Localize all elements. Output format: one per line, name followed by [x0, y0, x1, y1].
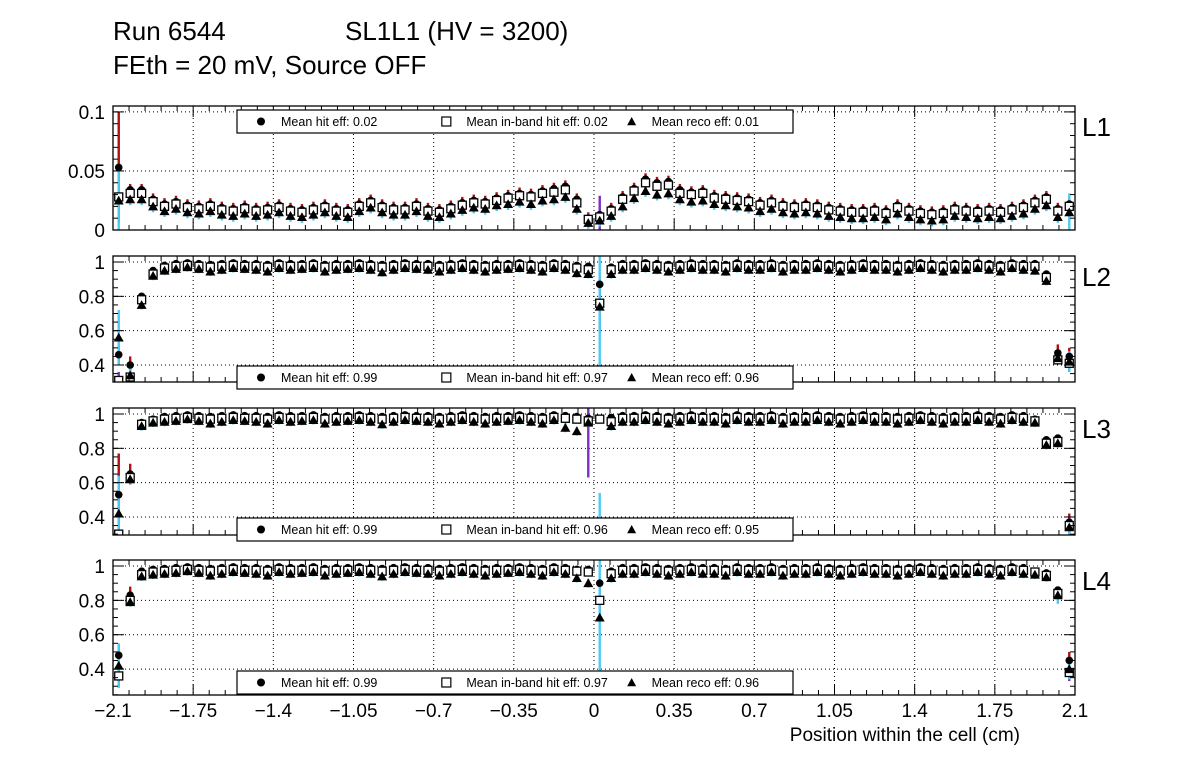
x-tick-label: 0.35: [656, 701, 693, 722]
legend-entry-hit: Mean hit eff: 0.99: [281, 676, 377, 690]
config-title: SL1L1 (HV = 3200): [345, 16, 568, 47]
legend-entry-hit: Mean hit eff: 0.02: [281, 115, 377, 129]
panel-L1: 0 0.05 0.1 L1 Mean hit eff: 0.02 Mean in-band…: [68, 103, 1111, 242]
legend-entry-hit: Mean hit eff: 0.99: [281, 371, 377, 385]
y-tick-label: 0.6: [79, 474, 105, 495]
y-tick-label: 1: [94, 405, 105, 426]
legend-entry-inband: Mean in-band hit eff: 0.96: [466, 523, 608, 537]
legend-entry-reco: Mean reco eff: 0.96: [652, 676, 760, 690]
series-inband-errors: [119, 364, 1070, 542]
plot-frame: [113, 256, 1075, 382]
axis-ticks: [113, 408, 1075, 535]
y-tick-label: 0.4: [79, 508, 106, 529]
legend-L4: Mean hit eff: 0.99 Mean in-band hit eff: …: [237, 671, 793, 694]
panel-L2: 0.4 0.6 0.8 1 L2 Mean hit eff: 0.99 Mean in-ba…: [79, 241, 1111, 389]
root-canvas: Run 6544 SL1L1 (HV = 3200) FEth = 20 mV,…: [0, 0, 1196, 772]
panel-label-L3: L3: [1082, 414, 1111, 444]
plot-frame: [113, 408, 1075, 535]
x-axis: −2.1 −1.75 −1.4 −1.05 −0.7 −0.35 0 0.35 0.7 1.05 1…: [94, 701, 1088, 746]
series-reco-errors: [119, 415, 1070, 576]
y-tick-label: 1: [94, 253, 105, 274]
legend-entry-reco: Mean reco eff: 0.01: [652, 115, 760, 129]
x-tick-label: 1.05: [816, 701, 853, 722]
grid: [113, 408, 1075, 535]
y-tick-label: 0: [94, 221, 105, 242]
legend-L1: Mean hit eff: 0.02 Mean in-band hit eff: …: [237, 110, 793, 133]
y-tick-label: 0.6: [79, 626, 105, 647]
legend-entry-inband: Mean in-band hit eff: 0.02: [466, 115, 608, 129]
legend-entry-inband: Mean in-band hit eff: 0.97: [466, 371, 608, 385]
legend-entry-reco: Mean reco eff: 0.95: [652, 523, 760, 537]
x-tick-label: 0.7: [741, 701, 767, 722]
conditions-title: FEth = 20 mV, Source OFF: [113, 50, 426, 81]
x-tick-label: 2.1: [1062, 701, 1088, 722]
series-hit-markers: [115, 563, 1073, 664]
series-reco-markers: [114, 566, 1075, 673]
x-axis-title: Position within the cell (cm): [790, 725, 1020, 746]
y-tick-label: 0.8: [79, 287, 105, 308]
y-tick-label: 1: [94, 557, 105, 578]
axis-ticks: [113, 256, 1075, 382]
y-tick-label: 0.4: [79, 356, 106, 377]
x-tick-label: −0.35: [490, 701, 538, 722]
panel-label-L4: L4: [1082, 566, 1111, 596]
panel-label-L2: L2: [1082, 262, 1111, 292]
efficiency-plot: 0 0.05 0.1 L1 Mean hit eff: 0.02 Mean in-band…: [0, 0, 1196, 772]
run-title: Run 6544: [113, 16, 226, 47]
legend-L2: Mean hit eff: 0.99 Mean in-band hit eff: …: [237, 366, 793, 389]
legend-entry-hit: Mean hit eff: 0.99: [281, 523, 377, 537]
y-tick-label: 0.4: [79, 660, 106, 681]
panel-label-L1: L1: [1082, 112, 1111, 142]
y-tick-label: 0.05: [68, 162, 105, 183]
grid: [113, 256, 1075, 382]
panel-L3: 0.4 0.6 0.8 1 L3 Mean hit eff: 0.99 Mean in-ba…: [79, 364, 1111, 575]
y-tick-label: 0.8: [79, 591, 105, 612]
x-tick-label: −1.75: [169, 701, 217, 722]
x-tick-label: 1.4: [901, 701, 928, 722]
x-tick-label: −1.4: [255, 701, 293, 722]
legend-L3: Mean hit eff: 0.99 Mean in-band hit eff: …: [237, 518, 793, 541]
x-tick-label: 0: [589, 701, 600, 722]
series-inband-markers: [115, 565, 1074, 679]
x-tick-label: −1.05: [329, 701, 377, 722]
data-region: [114, 364, 1075, 575]
x-tick-label: −2.1: [94, 701, 132, 722]
y-tick-label: 0.1: [79, 103, 105, 124]
y-tick-label: 0.6: [79, 322, 105, 343]
y-tick-label: 0.8: [79, 439, 105, 460]
x-tick-label: 1.75: [976, 701, 1013, 722]
legend-entry-inband: Mean in-band hit eff: 0.97: [466, 676, 608, 690]
x-tick-label: −0.7: [415, 701, 453, 722]
legend-entry-reco: Mean reco eff: 0.96: [652, 371, 760, 385]
panel-L4: 0.4 0.6 0.8 1 L4 Mean hit eff: 0.99 Mean in-ba…: [79, 549, 1111, 695]
